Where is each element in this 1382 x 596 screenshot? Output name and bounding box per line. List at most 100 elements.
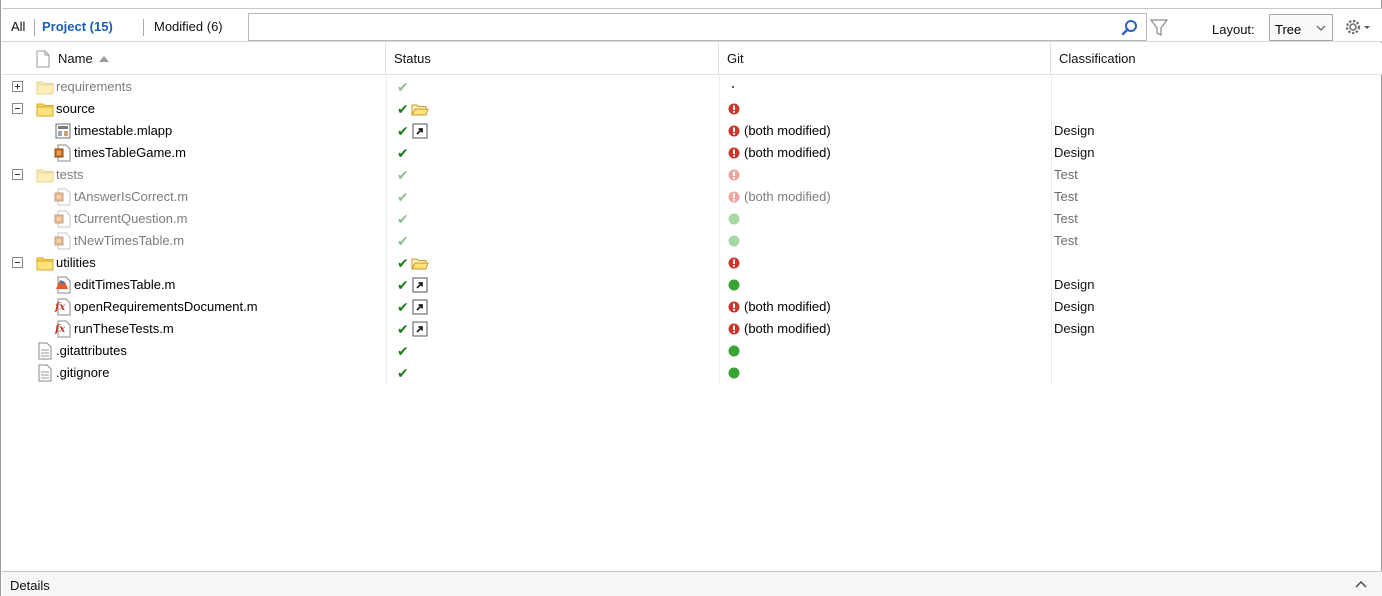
file-row[interactable]: .gitattributes ✔ — [2, 340, 1382, 362]
status-cell: ✔ — [386, 208, 719, 230]
collapse-icon[interactable] — [12, 257, 23, 268]
header-classification[interactable]: Classification — [1051, 43, 1382, 75]
classification-label: Design — [1054, 145, 1095, 160]
header-name-label: Name — [58, 51, 93, 66]
folder-icon — [36, 100, 54, 118]
classification-label: Test — [1054, 233, 1078, 248]
classification-cell: Test — [1051, 230, 1382, 252]
checkmark-icon: ✔ — [397, 365, 409, 381]
name-cell: source — [2, 98, 386, 120]
search-input[interactable] — [249, 14, 1099, 40]
name-cell: timestable.mlapp — [2, 120, 386, 142]
expand-icon[interactable] — [12, 81, 23, 92]
collapse-icon[interactable] — [12, 103, 23, 114]
status-cell: ✔ — [386, 274, 719, 296]
git-cell — [719, 340, 1051, 362]
file-row[interactable]: tNewTimesTable.m ✔ Test — [2, 230, 1382, 252]
file-row[interactable]: tCurrentQuestion.m ✔ Test — [2, 208, 1382, 230]
file-row[interactable]: editTimesTable.m ✔ Design — [2, 274, 1382, 296]
name-cell: .gitignore — [2, 362, 386, 384]
file-name: source — [56, 101, 96, 116]
file-name: tNewTimesTable.m — [74, 233, 185, 248]
status-cell: ✔ — [386, 296, 719, 318]
file-row[interactable]: timesTableGame.m ✔ (both modified) Design — [2, 142, 1382, 164]
file-name: requirements — [56, 79, 132, 94]
header-status[interactable]: Status — [386, 43, 719, 75]
checkmark-icon: ✔ — [397, 167, 409, 183]
unmodified-icon — [728, 235, 740, 247]
not-tracked-icon — [732, 86, 734, 88]
status-cell: ✔ — [386, 340, 719, 362]
text-file-icon — [36, 342, 54, 360]
conflict-icon — [728, 147, 740, 159]
class-file-icon — [54, 144, 72, 162]
class-file-icon — [54, 232, 72, 250]
header-classification-label: Classification — [1059, 51, 1136, 66]
tab-modified[interactable]: Modified (6) — [154, 19, 223, 35]
unmodified-icon — [728, 213, 740, 225]
layout-label: Layout: — [1212, 22, 1255, 37]
classification-cell — [1051, 340, 1382, 362]
file-row[interactable]: timestable.mlapp ✔ (both modified) Design — [2, 120, 1382, 142]
name-cell: timesTableGame.m — [2, 142, 386, 164]
git-cell — [719, 76, 1051, 98]
gear-icon[interactable] — [1343, 18, 1373, 38]
checkmark-icon: ✔ — [397, 123, 409, 139]
search-icon[interactable] — [1121, 19, 1139, 37]
classification-label: Test — [1054, 211, 1078, 226]
file-row[interactable]: fx openRequirementsDocument.m ✔ (both modif… — [2, 296, 1382, 318]
classification-label: Design — [1054, 299, 1095, 314]
column-header: Name Status Git Classification — [2, 43, 1382, 75]
conflict-icon — [728, 323, 740, 335]
status-cell: ✔ — [386, 76, 719, 98]
checkmark-icon: ✔ — [397, 101, 409, 117]
unmodified-icon — [728, 367, 740, 379]
file-row[interactable]: tAnswerIsCorrect.m ✔ (both modified) Test — [2, 186, 1382, 208]
search-field[interactable] — [248, 13, 1147, 41]
checkmark-icon: ✔ — [397, 145, 409, 161]
function-file-icon: fx — [54, 298, 72, 316]
filter-icon[interactable] — [1150, 18, 1168, 38]
chevron-up-icon[interactable] — [1354, 579, 1368, 589]
toolbar: All Project (15) Modified (6) Layout: Tr… — [2, 8, 1382, 42]
layout-dropdown[interactable]: Tree — [1269, 14, 1333, 41]
status-cell: ✔ — [386, 164, 719, 186]
header-git-label: Git — [727, 51, 744, 66]
file-row[interactable]: .gitignore ✔ — [2, 362, 1382, 384]
file-row[interactable]: tests ✔ Test — [2, 164, 1382, 186]
file-row[interactable]: source ✔ — [2, 98, 1382, 120]
classification-cell — [1051, 76, 1382, 98]
file-row[interactable]: fx runTheseTests.m ✔ (both modified) Design — [2, 318, 1382, 340]
shortcut-icon — [411, 276, 429, 294]
file-tree: requirements ✔ source ✔ timestable.mlapp ✔ (bo… — [2, 76, 1382, 384]
name-cell: tNewTimesTable.m — [2, 230, 386, 252]
status-cell: ✔ — [386, 252, 719, 274]
git-cell: (both modified) — [719, 318, 1051, 340]
name-cell: utilities — [2, 252, 386, 274]
details-bar[interactable]: Details — [2, 571, 1382, 596]
tab-separator — [34, 19, 35, 36]
header-name[interactable]: Name — [2, 43, 386, 75]
file-name: tAnswerIsCorrect.m — [74, 189, 189, 204]
conflict-icon — [728, 103, 740, 115]
classification-cell — [1051, 362, 1382, 384]
git-cell — [719, 164, 1051, 186]
folder-open-icon — [411, 254, 429, 272]
tab-project[interactable]: Project (15) — [42, 19, 113, 35]
file-row[interactable]: requirements ✔ — [2, 76, 1382, 98]
shortcut-icon — [411, 122, 429, 140]
details-label: Details — [10, 578, 50, 593]
class-file-icon — [54, 210, 72, 228]
checkmark-icon: ✔ — [397, 211, 409, 227]
classification-cell: Test — [1051, 186, 1382, 208]
git-cell — [719, 252, 1051, 274]
classification-label: Test — [1054, 189, 1078, 204]
header-git[interactable]: Git — [719, 43, 1051, 75]
collapse-icon[interactable] — [12, 169, 23, 180]
git-cell: (both modified) — [719, 186, 1051, 208]
tab-all[interactable]: All — [11, 19, 25, 35]
name-cell: .gitattributes — [2, 340, 386, 362]
file-name: timestable.mlapp — [74, 123, 173, 138]
classification-cell — [1051, 252, 1382, 274]
file-row[interactable]: utilities ✔ — [2, 252, 1382, 274]
